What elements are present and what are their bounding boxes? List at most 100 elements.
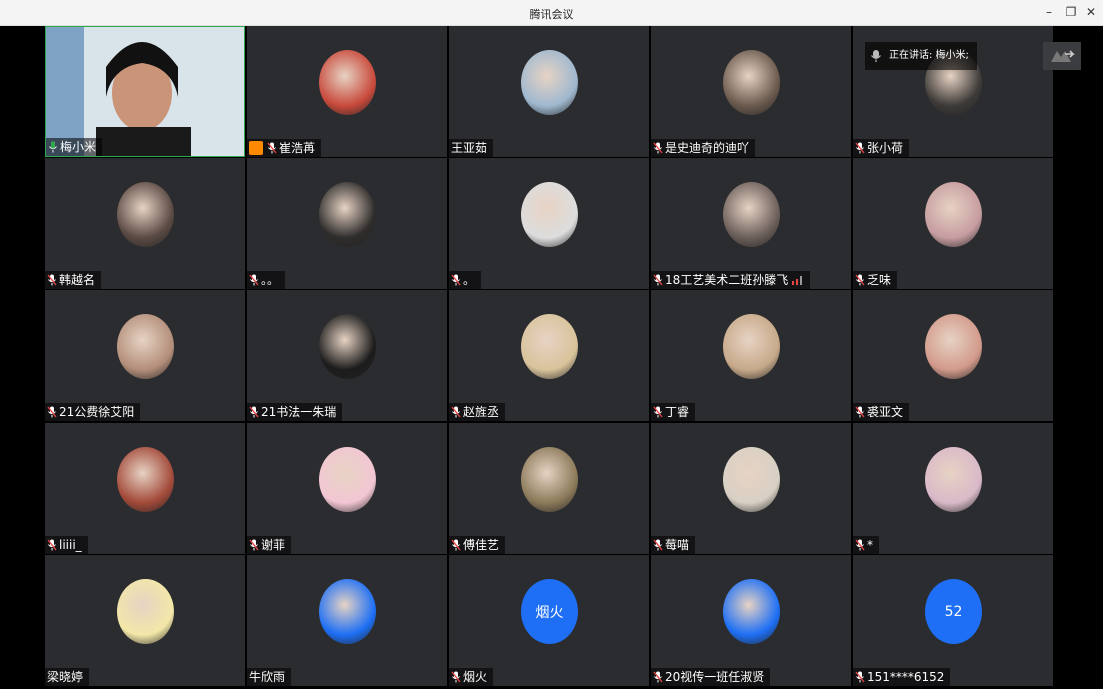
participant-name: 张小荷 bbox=[867, 141, 904, 155]
participant-name: 21公费徐艾阳 bbox=[59, 405, 135, 419]
participant-name: liiii_ bbox=[59, 538, 82, 552]
microphone-muted-icon bbox=[653, 142, 663, 154]
avatar: 52 bbox=[925, 579, 982, 644]
microphone-muted-icon bbox=[653, 539, 663, 551]
microphone-muted-icon bbox=[249, 274, 259, 286]
microphone-muted-icon bbox=[249, 539, 259, 551]
participant-name: 莓喵 bbox=[665, 538, 690, 552]
participant-tile[interactable]: 王亚茹 bbox=[449, 26, 649, 157]
participant-tile[interactable]: 梅小米 bbox=[45, 26, 245, 157]
participant-tile[interactable]: 52 151****6152 bbox=[853, 555, 1053, 686]
avatar bbox=[925, 447, 982, 512]
participant-name: 梅小米 bbox=[60, 140, 97, 154]
participant-tile[interactable]: 傅佳艺 bbox=[449, 423, 649, 554]
participant-name-bar: 谢菲 bbox=[247, 536, 292, 554]
participant-name-bar: 20视传一班任淑贤 bbox=[651, 668, 771, 686]
microphone-muted-icon bbox=[451, 406, 461, 418]
avatar bbox=[925, 314, 982, 379]
microphone-muted-icon bbox=[855, 142, 865, 154]
speaking-label: 正在讲话: 梅小米; bbox=[889, 50, 969, 61]
participant-name-bar: 裘亚文 bbox=[853, 403, 910, 421]
participant-tile[interactable]: 崔浩苒 bbox=[247, 26, 447, 157]
participant-tile[interactable]: 20视传一班任淑贤 bbox=[651, 555, 851, 686]
microphone-muted-icon bbox=[451, 671, 461, 683]
participant-name: 。 bbox=[463, 273, 476, 287]
participant-name: 崔浩苒 bbox=[279, 141, 316, 155]
avatar bbox=[723, 447, 780, 512]
microphone-muted-icon bbox=[653, 406, 663, 418]
participant-tile[interactable]: 18工艺美术二班孙滕飞 bbox=[651, 158, 851, 289]
participant-name-bar: * bbox=[853, 536, 879, 554]
participant-name-bar: 是史迪奇的迪吖 bbox=[651, 139, 756, 157]
participant-tile[interactable]: 。。 bbox=[247, 158, 447, 289]
close-button[interactable]: ✕ bbox=[1080, 3, 1102, 21]
participant-tile[interactable]: 乏味 bbox=[853, 158, 1053, 289]
participant-tile[interactable]: 21书法一朱瑞 bbox=[247, 290, 447, 421]
avatar bbox=[117, 182, 174, 247]
participant-tile[interactable]: 韩越名 bbox=[45, 158, 245, 289]
participant-tile[interactable]: 牛欣雨 bbox=[247, 555, 447, 686]
participant-tile[interactable]: * bbox=[853, 423, 1053, 554]
signal-strength-icon bbox=[792, 276, 803, 285]
participant-name: * bbox=[867, 538, 873, 552]
avatar bbox=[723, 50, 780, 115]
participant-name: 。。 bbox=[261, 273, 280, 287]
avatar bbox=[521, 447, 578, 512]
participant-tile[interactable]: 莓喵 bbox=[651, 423, 851, 554]
participant-name-bar: 赵旌丞 bbox=[449, 403, 506, 421]
participant-tile[interactable]: 梁晓婷 bbox=[45, 555, 245, 686]
participant-tile[interactable]: 裘亚文 bbox=[853, 290, 1053, 421]
avatar bbox=[723, 314, 780, 379]
participant-name: 是史迪奇的迪吖 bbox=[665, 141, 750, 155]
participant-tile[interactable]: 丁睿 bbox=[651, 290, 851, 421]
participant-tile[interactable]: 是史迪奇的迪吖 bbox=[651, 26, 851, 157]
avatar bbox=[117, 447, 174, 512]
participant-name: 裘亚文 bbox=[867, 405, 904, 419]
hand-icon[interactable] bbox=[1043, 42, 1081, 70]
avatar bbox=[521, 314, 578, 379]
microphone-icon bbox=[871, 50, 881, 62]
participant-tile[interactable]: 烟火 烟火 bbox=[449, 555, 649, 686]
avatar bbox=[723, 182, 780, 247]
minimize-button[interactable]: – bbox=[1038, 3, 1060, 21]
participant-name-bar: 崔浩苒 bbox=[247, 139, 322, 157]
participant-name-bar: 莓喵 bbox=[651, 536, 696, 554]
microphone-muted-icon bbox=[653, 671, 663, 683]
avatar: 烟火 bbox=[521, 579, 578, 644]
avatar bbox=[319, 314, 376, 379]
participant-name-bar: 梅小米 bbox=[46, 138, 103, 156]
participant-name: 乏味 bbox=[867, 273, 892, 287]
participant-name-bar: liiii_ bbox=[45, 536, 88, 554]
participant-name: 梁晓婷 bbox=[47, 670, 84, 684]
participant-name-bar: 丁睿 bbox=[651, 403, 696, 421]
avatar bbox=[925, 182, 982, 247]
microphone-muted-icon bbox=[855, 406, 865, 418]
participant-name: 烟火 bbox=[463, 670, 488, 684]
participant-tile[interactable]: 21公费徐艾阳 bbox=[45, 290, 245, 421]
microphone-muted-icon bbox=[47, 539, 57, 551]
participant-tile[interactable]: 谢菲 bbox=[247, 423, 447, 554]
participant-name: 丁睿 bbox=[665, 405, 690, 419]
window-title: 腾讯会议 bbox=[529, 8, 574, 21]
participant-name-bar: 18工艺美术二班孙滕飞 bbox=[651, 271, 811, 289]
participant-name: 韩越名 bbox=[59, 273, 96, 287]
participant-tile[interactable]: 。 bbox=[449, 158, 649, 289]
participant-name: 20视传一班任淑贤 bbox=[665, 670, 765, 684]
participant-name-bar: 张小荷 bbox=[853, 139, 910, 157]
participant-name-bar: 烟火 bbox=[449, 668, 494, 686]
participant-tile[interactable]: 赵旌丞 bbox=[449, 290, 649, 421]
avatar bbox=[319, 447, 376, 512]
participant-tile[interactable]: liiii_ bbox=[45, 423, 245, 554]
microphone-muted-icon bbox=[653, 274, 663, 286]
microphone-on-icon bbox=[49, 141, 57, 153]
participant-name-bar: 韩越名 bbox=[45, 271, 102, 289]
avatar bbox=[117, 579, 174, 644]
avatar bbox=[521, 182, 578, 247]
microphone-muted-icon bbox=[855, 274, 865, 286]
microphone-muted-icon bbox=[855, 539, 865, 551]
video-grid: 梅小米 崔浩苒 王亚茹 是史迪奇的迪吖 张小荷 韩越名。。。 18工艺美术二班孙滕飞 乏味 21… bbox=[45, 26, 1057, 689]
raise-hand-icon bbox=[1051, 50, 1075, 62]
participant-name-bar: 21公费徐艾阳 bbox=[45, 403, 141, 421]
title-bar: 腾讯会议 – ❐ ✕ bbox=[0, 0, 1103, 26]
restore-button[interactable]: ❐ bbox=[1060, 3, 1082, 21]
